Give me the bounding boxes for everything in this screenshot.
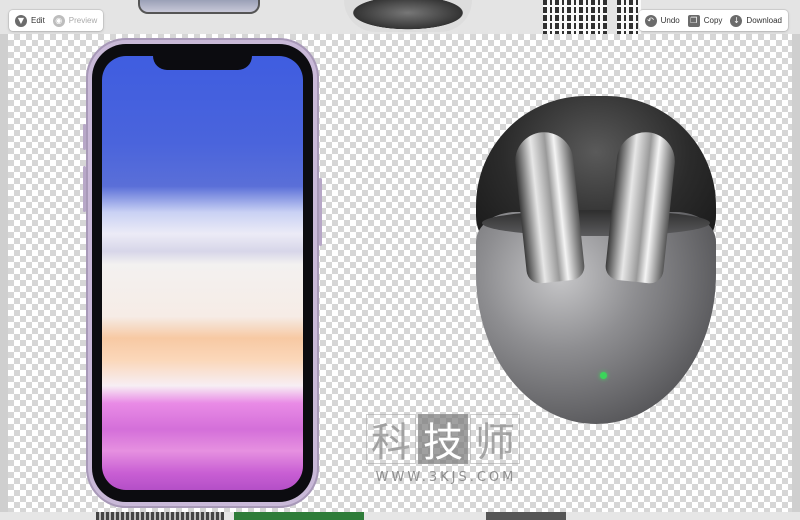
watermark-url: WWW.3KJS.COM [375, 470, 517, 485]
watermark: 科 技 师 WWW.3KJS.COM [366, 414, 526, 490]
earbuds-case-image [476, 92, 716, 428]
undo-label: Undo [660, 16, 680, 25]
watermark-char: 科 [366, 414, 416, 466]
background-phone-thumbnail [138, 0, 260, 14]
download-button[interactable]: ↓ Download [730, 14, 782, 27]
action-toolbar: ↶ Undo ❐ Copy ↓ Download [638, 10, 788, 31]
edit-toolbar: ▼ Edit ◉ Preview [9, 10, 104, 31]
image-canvas[interactable]: 科 技 师 WWW.3KJS.COM [8, 34, 792, 512]
preview-label: Preview [68, 16, 98, 25]
edit-button[interactable]: ▼ Edit [15, 14, 45, 27]
status-led [600, 372, 607, 379]
phone-bezel [92, 44, 313, 502]
undo-button[interactable]: ↶ Undo [644, 14, 680, 27]
copy-icon: ❐ [687, 14, 700, 27]
funnel-icon: ▼ [15, 14, 27, 27]
image-viewer: 科 技 师 WWW.3KJS.COM ▼ Edit ◉ Preview ↶ Un… [0, 0, 800, 520]
download-icon: ↓ [730, 14, 743, 27]
watermark-char: 技 [418, 414, 468, 466]
background-earbuds-thumbnail [344, 0, 472, 32]
background-green-thumbnail [234, 512, 364, 520]
watermark-char: 师 [470, 414, 520, 466]
phone-side-button [83, 166, 86, 212]
copy-button[interactable]: ❐ Copy [687, 14, 723, 27]
case-rim [482, 210, 710, 236]
smartphone-image [83, 38, 322, 508]
phone-notch [153, 50, 252, 70]
edit-label: Edit [31, 16, 45, 25]
phone-side-button [319, 178, 322, 246]
case-body [476, 212, 716, 424]
background-gray-thumbnail [486, 512, 566, 520]
phone-screen [102, 56, 303, 490]
preview-button[interactable]: ◉ Preview [52, 14, 98, 27]
qr-code-image [543, 0, 607, 34]
undo-icon: ↶ [644, 14, 657, 27]
phone-side-button [83, 124, 86, 150]
background-text-thumbnail [96, 512, 224, 520]
download-label: Download [746, 16, 782, 25]
qr-code-image [617, 0, 641, 34]
eye-icon: ◉ [52, 14, 65, 27]
copy-label: Copy [703, 16, 723, 25]
